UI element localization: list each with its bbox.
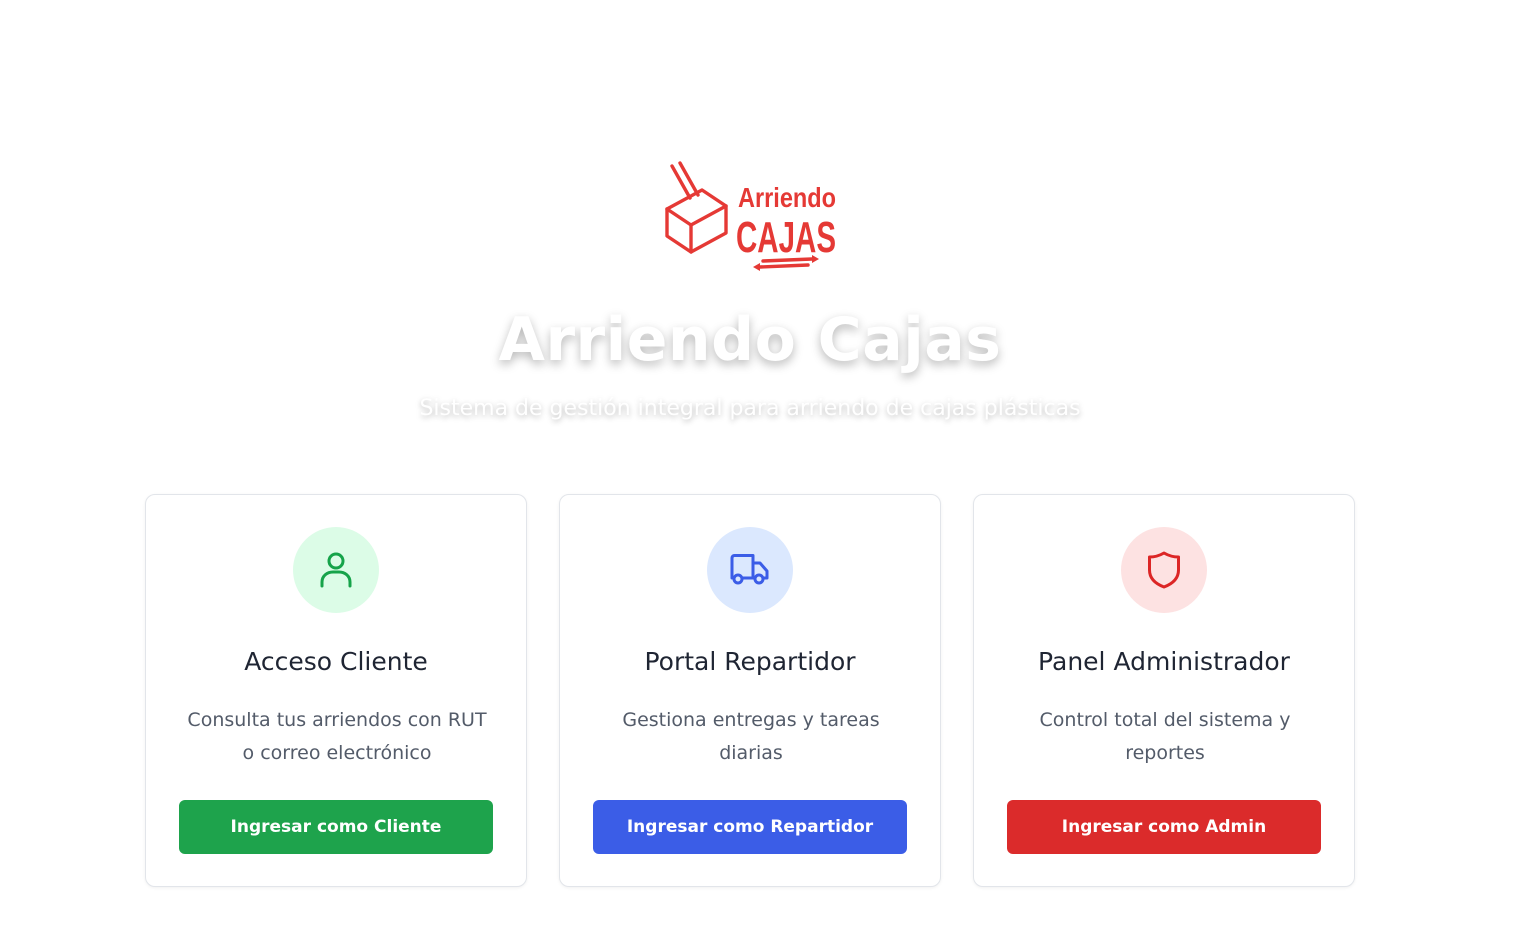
admin-card-title: Panel Administrador xyxy=(1038,647,1290,676)
landing-page: Arriendo CAJAS Arriendo Cajas Sistema de… xyxy=(0,0,1523,949)
truck-icon xyxy=(730,554,769,585)
driver-card: Portal Repartidor Gestiona entregas y ta… xyxy=(559,494,941,887)
client-card-title: Acceso Cliente xyxy=(244,647,428,676)
driver-card-description: Gestiona entregas y tareas diarias xyxy=(622,709,880,764)
access-cards: Acceso Cliente Consulta tus arriendos co… xyxy=(145,494,1355,887)
logo-line1: Arriendo xyxy=(738,182,836,213)
page-subtitle: Sistema de gestión integral para arriend… xyxy=(419,396,1081,421)
driver-card-title: Portal Repartidor xyxy=(644,647,856,676)
admin-card: Panel Administrador Control total del si… xyxy=(973,494,1355,887)
box-logo-icon: Arriendo CAJAS xyxy=(665,161,836,271)
logo-line2: CAJAS xyxy=(736,213,836,262)
client-card-description: Consulta tus arriendos con RUT o correo … xyxy=(187,709,487,764)
client-card: Acceso Cliente Consulta tus arriendos co… xyxy=(145,494,527,887)
client-icon-circle xyxy=(293,527,379,613)
page-title: Arriendo Cajas xyxy=(498,305,1002,375)
driver-icon-circle xyxy=(707,527,793,613)
user-icon xyxy=(320,552,352,588)
brand-logo: Arriendo CAJAS xyxy=(660,160,842,276)
client-login-button[interactable]: Ingresar como Cliente xyxy=(179,800,493,854)
shield-icon xyxy=(1148,551,1180,589)
admin-login-button[interactable]: Ingresar como Admin xyxy=(1007,800,1321,854)
driver-login-button[interactable]: Ingresar como Repartidor xyxy=(593,800,907,854)
admin-icon-circle xyxy=(1121,527,1207,613)
admin-card-description: Control total del sistema y reportes xyxy=(1039,709,1291,764)
